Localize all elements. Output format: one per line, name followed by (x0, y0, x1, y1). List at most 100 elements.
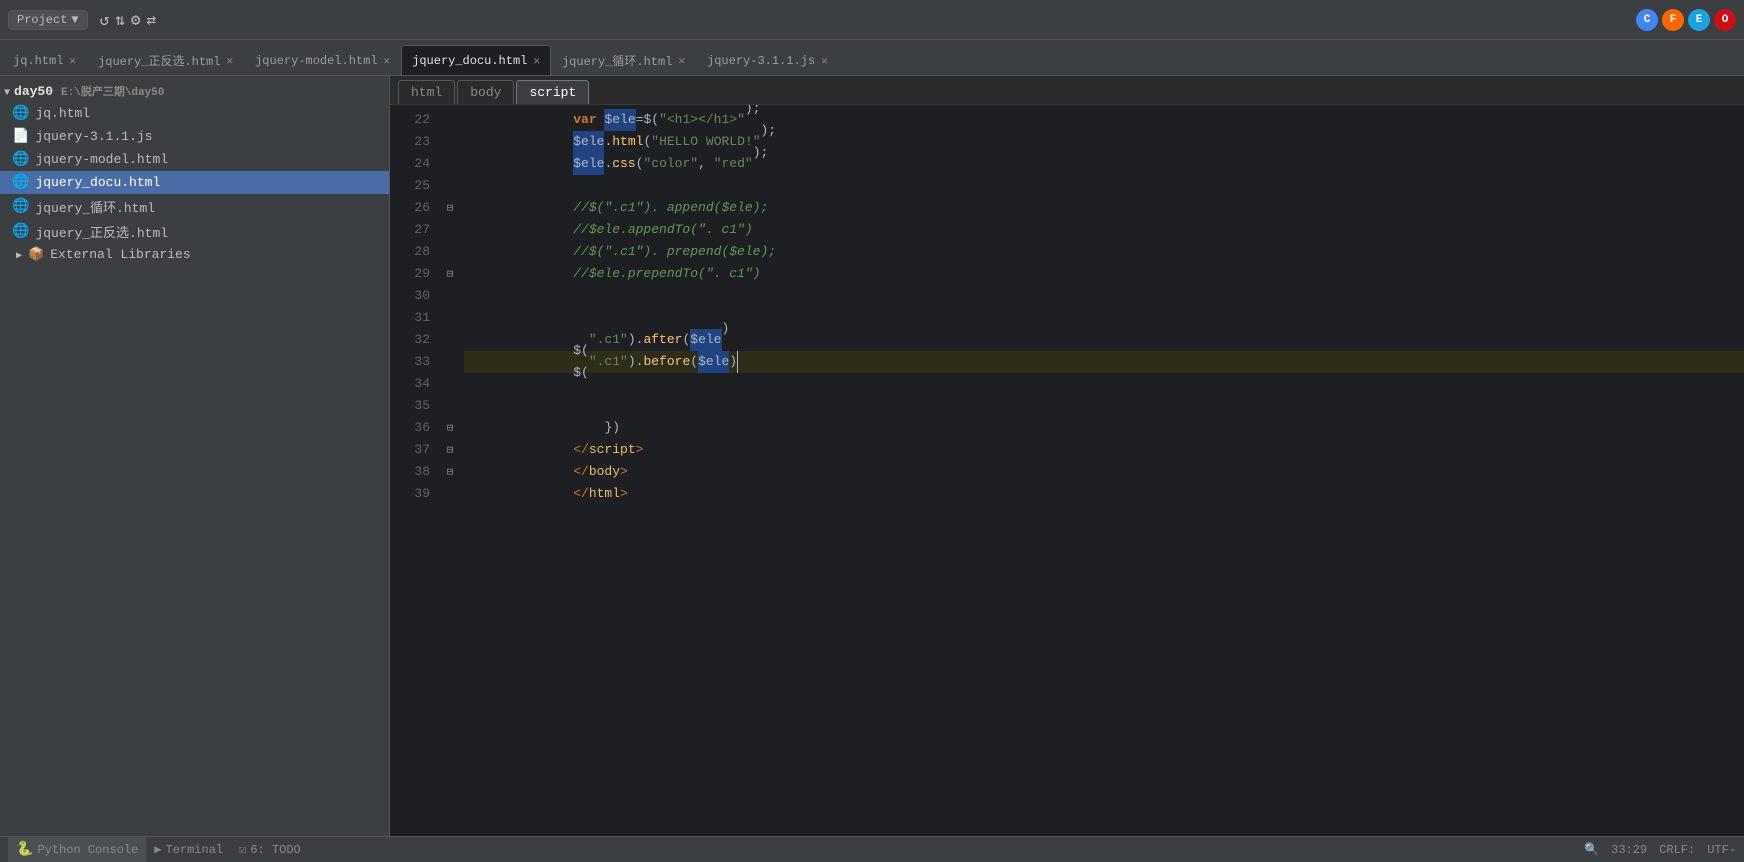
gutter-36[interactable]: ⊟ (440, 417, 460, 439)
file-icon-jquery-loop: 🌐 (12, 198, 29, 215)
status-todo[interactable]: ☑ 6: TODO (231, 837, 309, 862)
tab-jquery-pos[interactable]: jquery_正反选.html ✕ (87, 45, 244, 75)
sidebar-item-jquery-model[interactable]: 🌐 jquery-model.html (0, 148, 389, 171)
ext-lib-icon: 📦 (28, 247, 44, 262)
breadcrumb-body[interactable]: body (457, 80, 514, 104)
dropdown-arrow: ▼ (71, 13, 78, 27)
project-dropdown[interactable]: Project ▼ (8, 10, 88, 30)
sidebar-project-header[interactable]: day50 E:\脱产三期\day50 (0, 80, 389, 102)
code-line-28: //$(".c1"). prepend($ele); (464, 241, 1744, 263)
gutter-29[interactable]: ⊟ (440, 263, 460, 285)
status-python-console[interactable]: 🐍 Python Console (8, 837, 146, 862)
code-line-30 (464, 285, 1744, 307)
breadcrumb-script[interactable]: script (516, 80, 589, 104)
code-editor[interactable]: 22 23 24 25 26 27 28 29 30 31 32 33 34 3… (390, 105, 1744, 836)
breadcrumb-tabs: html body script (390, 76, 1744, 105)
sidebar-item-jquery-docu[interactable]: 🌐 jquery_docu.html (0, 171, 389, 194)
sidebar-item-jq[interactable]: 🌐 jq.html (0, 102, 389, 125)
line-num-24: 24 (390, 153, 430, 175)
line-num-28: 28 (390, 241, 430, 263)
code-line-36: }) (464, 417, 1744, 439)
code-line-23: $ele.html("HELLO WORLD!"); (464, 131, 1744, 153)
tab-jquery-311[interactable]: jquery-3.1.1.js ✕ (696, 45, 839, 75)
tab-jq-close[interactable]: ✕ (69, 54, 76, 68)
sidebar-external-libraries[interactable]: 📦 External Libraries (0, 244, 389, 265)
gutter-22 (440, 109, 460, 131)
breadcrumb-html[interactable]: html (398, 80, 455, 104)
tab-jquery-docu-close[interactable]: ✕ (533, 54, 540, 68)
gutter-37[interactable]: ⊟ (440, 439, 460, 461)
project-label: Project (17, 13, 67, 27)
ext-lib-label: External Libraries (50, 247, 190, 262)
tab-jquery-pos-close[interactable]: ✕ (226, 54, 233, 68)
code-line-26: //$(".c1"). append($ele); (464, 197, 1744, 219)
tab-jquery-loop[interactable]: jquery_循环.html ✕ (551, 45, 696, 75)
line-num-37: 37 (390, 439, 430, 461)
breadcrumb-html-label: html (411, 85, 442, 100)
tab-jquery-model-close[interactable]: ✕ (384, 54, 391, 68)
sidebar: day50 E:\脱产三期\day50 🌐 jq.html 📄 jquery-3… (0, 76, 390, 836)
line-num-38: 38 (390, 461, 430, 483)
code-line-35 (464, 395, 1744, 417)
file-icon-jquery-docu: 🌐 (12, 174, 29, 191)
sidebar-item-jquery311[interactable]: 📄 jquery-3.1.1.js (0, 125, 389, 148)
line-num-29: 29 (390, 263, 430, 285)
file-icon-jquery-model: 🌐 (12, 151, 29, 168)
gutter-27 (440, 219, 460, 241)
code-line-22: var $ele=$("<h1></h1>"); (464, 109, 1744, 131)
file-icon-jquery-pos: 🌐 (12, 223, 29, 240)
tab-jquery-loop-close[interactable]: ✕ (678, 54, 685, 68)
sidebar-item-jquery311-label: jquery-3.1.1.js (35, 129, 381, 144)
line-num-27: 27 (390, 219, 430, 241)
gutter-39 (440, 483, 460, 505)
gutter-38[interactable]: ⊟ (440, 461, 460, 483)
tab-jquery-311-close[interactable]: ✕ (821, 54, 828, 68)
line-num-26: 26 (390, 197, 430, 219)
terminal-icon: ▶ (154, 842, 161, 857)
top-bar-icons: ↺ ⇅ ⚙ ⇄ (100, 10, 157, 30)
gutter-35 (440, 395, 460, 417)
gutter-24 (440, 153, 460, 175)
line-num-25: 25 (390, 175, 430, 197)
todo-icon: ☑ (239, 842, 246, 857)
tab-jquery-model[interactable]: jquery-model.html ✕ (244, 45, 401, 75)
sidebar-item-jquery-pos[interactable]: 🌐 jquery_正反选.html (0, 219, 389, 244)
chrome-icon: C (1636, 9, 1658, 31)
line-num-39: 39 (390, 483, 430, 505)
code-line-38: </body> (464, 461, 1744, 483)
tab-jq-label: jq.html (13, 54, 63, 68)
code-line-34 (464, 373, 1744, 395)
tab-jquery-pos-label: jquery_正反选.html (98, 52, 220, 69)
code-line-31 (464, 307, 1744, 329)
code-line-39: </html> (464, 483, 1744, 505)
line-num-23: 23 (390, 131, 430, 153)
tab-jq[interactable]: jq.html ✕ (2, 45, 87, 75)
tab-jquery-docu[interactable]: jquery_docu.html ✕ (401, 45, 551, 75)
code-lines[interactable]: var $ele=$("<h1></h1>"); $ele.html("HELL… (460, 105, 1744, 836)
sidebar-item-jquery-loop[interactable]: 🌐 jquery_循环.html (0, 194, 389, 219)
gutter-30 (440, 285, 460, 307)
toggle-icon[interactable]: ⇄ (147, 10, 157, 30)
search-icon[interactable]: 🔍 (1584, 842, 1599, 857)
sidebar-item-jquery-loop-label: jquery_循环.html (35, 197, 381, 216)
line-num-35: 35 (390, 395, 430, 417)
breadcrumb-body-label: body (470, 85, 501, 100)
settings-icon[interactable]: ⚙ (131, 10, 141, 30)
todo-label: 6: TODO (250, 843, 300, 857)
tab-jquery-311-label: jquery-3.1.1.js (707, 54, 815, 68)
status-position: 33:29 (1611, 843, 1647, 857)
code-line-29: //$ele.prependTo(". c1") (464, 263, 1744, 285)
gutter-32 (440, 329, 460, 351)
gutter-26[interactable]: ⊟ (440, 197, 460, 219)
line-num-36: 36 (390, 417, 430, 439)
sync-icon[interactable]: ⇅ (115, 10, 125, 30)
refresh-icon[interactable]: ↺ (100, 10, 110, 30)
line-num-33: 33 (390, 351, 430, 373)
ie-icon: E (1688, 9, 1710, 31)
breadcrumb-script-label: script (529, 85, 576, 100)
project-tree-arrow (4, 84, 10, 99)
project-path: E:\脱产三期\day50 (61, 83, 164, 99)
gutter-23 (440, 131, 460, 153)
python-console-icon: 🐍 (16, 841, 33, 858)
status-terminal[interactable]: ▶ Terminal (146, 837, 231, 862)
